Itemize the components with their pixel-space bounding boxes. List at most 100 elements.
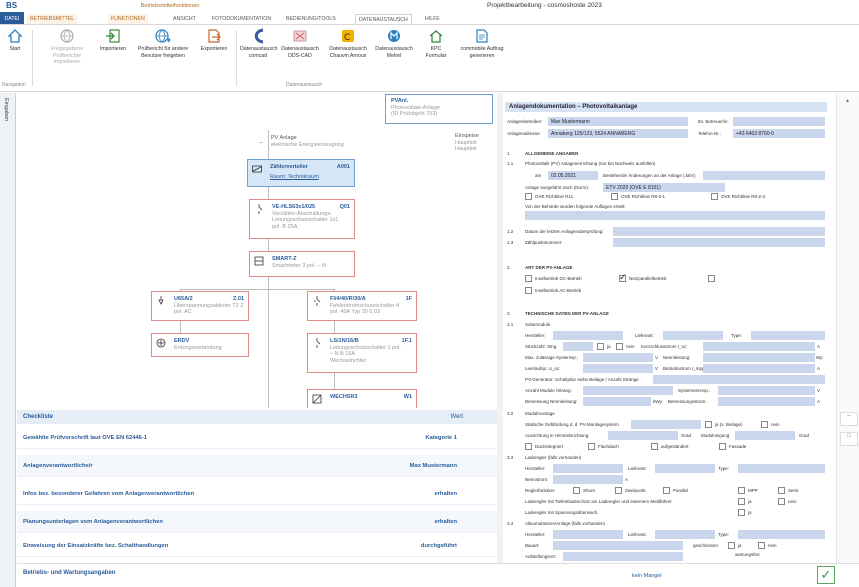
eingaben-side-tab[interactable]: Eingaben <box>0 93 16 587</box>
betreuer-field[interactable] <box>733 117 825 126</box>
tab-fotodokumentation[interactable]: FOTODOKUMENTATION <box>209 14 274 24</box>
telefon-field[interactable]: +43 6463 8760-0 <box>733 129 825 138</box>
ove-r9-2-1-checkbox[interactable] <box>611 193 618 200</box>
tab-datenaustausch[interactable]: DATENAUSTAUSCH <box>355 14 412 24</box>
letzte-pruefung-field[interactable] <box>613 227 825 236</box>
smart-z-node[interactable]: SMART-Z Smartmeter 3 pol. – N <box>249 251 355 277</box>
importieren-button[interactable]: Importieren <box>94 28 132 53</box>
stueckzahl-field[interactable] <box>563 342 593 351</box>
einspeise-node[interactable]: Einspeise Hauptleit Hauptleit <box>453 131 497 157</box>
fi-schutzschalter-node[interactable]: FI/4/40/R/30/A Fehlerstromschutzschalter… <box>307 291 417 321</box>
statik-nein-checkbox[interactable] <box>761 421 768 428</box>
pv-anlage-root-node[interactable]: PVAnl. Photovoltaik-Anlage (ID Prüfobjek… <box>385 94 493 124</box>
datenaustausch-chauvin-button[interactable]: C Datenaustausch Chauvin Arnoux <box>326 28 370 59</box>
scroll-up-icon[interactable]: ▴ <box>846 97 849 104</box>
checklist-row[interactable]: Gewählte Prüfvorschrift laut OVE EN 6244… <box>17 427 497 449</box>
datenaustausch-comcad-button[interactable]: Datenaustausch comcad <box>240 28 278 59</box>
confirm-ok-button[interactable]: ✓ <box>817 566 835 584</box>
aufgestaendert-checkbox[interactable] <box>651 443 658 450</box>
checklist-row[interactable]: Planungsunterlagen vom Anlagenverantwort… <box>17 511 497 533</box>
max-systemspannung-field[interactable] <box>583 353 653 362</box>
modulneigung-field[interactable] <box>735 431 795 440</box>
bemessungsstrom-field[interactable] <box>718 397 815 406</box>
anlagenadresse-field[interactable]: Annaberg 125/123, 5524 ANNABERG <box>548 129 688 138</box>
akku-hersteller-field[interactable] <box>553 530 623 539</box>
tab-bedienung-tools[interactable]: BEDIENUNG/TOOLS <box>283 14 339 24</box>
datenaustausch-dds-cad-button[interactable]: Datenaustausch DDS-CAD <box>280 28 320 59</box>
stueckzahl-ja-checkbox[interactable] <box>597 343 604 350</box>
anzahl-straenge-field[interactable] <box>653 375 825 384</box>
errichtungsdatum-field[interactable]: 02.05.2021 <box>548 171 598 180</box>
akku-lieferant-field[interactable] <box>655 530 715 539</box>
tiefentladeschutz-ja-checkbox[interactable] <box>738 498 745 505</box>
wechselrichter-node[interactable]: WECHSR3 W1 <box>307 389 417 408</box>
insel-dc-checkbox[interactable] <box>525 275 532 282</box>
document-scrollbar[interactable]: ▴ ▾ <box>836 93 859 587</box>
nennleistung-field[interactable] <box>703 353 815 362</box>
akku-bauart-field[interactable] <box>553 541 683 550</box>
freigegebene-pruefberichte-button[interactable]: Freigegebene Prüfberichte importieren <box>44 28 90 66</box>
pv-anlage-node[interactable]: – PV Anlage elektrische Energieerzeugung <box>249 133 369 155</box>
fassade-checkbox[interactable] <box>719 443 726 450</box>
ausrichtung-field[interactable] <box>608 431 678 440</box>
laderegler-lieferant-field[interactable] <box>655 464 715 473</box>
netzparallel-checkbox[interactable]: ✓ <box>619 272 627 282</box>
checklist-row[interactable]: Infos bez. besonderer Gefahren vom Anlag… <box>17 483 497 505</box>
systemnennspannung-field[interactable] <box>718 386 815 395</box>
betriebsstrom-field[interactable] <box>703 364 815 373</box>
laderegler-nennstrom-field[interactable] <box>553 475 623 484</box>
tab-hilfe[interactable]: HILFE <box>422 14 443 24</box>
leerlaufspannung-field[interactable] <box>583 364 653 373</box>
aufstellungsort-field[interactable] <box>563 552 683 561</box>
flachdach-checkbox[interactable] <box>588 443 595 450</box>
module-pro-strang-field[interactable] <box>583 386 673 395</box>
tab-ansicht[interactable]: ANSICHT <box>170 14 199 24</box>
serie-checkbox[interactable] <box>778 487 785 494</box>
tab-funktionen[interactable]: FUNKTIONEN <box>108 14 148 24</box>
ove-r11-checkbox[interactable] <box>525 193 532 200</box>
norm-field[interactable]: ETV 2020 (OVE E 8101) <box>603 183 725 192</box>
u65a-node[interactable]: U65A/2 Überspannungsableiter T2 2 pol. A… <box>151 291 249 321</box>
zaehlerverteiler-node[interactable]: Zählerverteiler Raum: Technikraum A001 <box>247 159 355 187</box>
akku-type-field[interactable] <box>738 530 825 539</box>
laderegler-type-field[interactable] <box>738 464 825 473</box>
dachintegriert-checkbox[interactable] <box>525 443 532 450</box>
restore-panel-button[interactable]: □ <box>840 432 858 446</box>
start-button[interactable]: Start <box>4 28 26 53</box>
checklist-row[interactable]: Einweisung der Einsatzkräfte bez. Schalt… <box>17 535 497 557</box>
tab-betriebsmittel[interactable]: BETRIEBSMITTEL <box>27 14 78 24</box>
datenaustausch-metrel-button[interactable]: Datenaustausch Metrel <box>372 28 416 59</box>
shunt-checkbox[interactable] <box>573 487 580 494</box>
ls-schutzschalter-node[interactable]: LS/1N/16/B Leitungsschutzschalter 1 pol.… <box>307 333 417 373</box>
weitere-art-checkbox[interactable] <box>708 275 715 282</box>
insel-ac-checkbox[interactable] <box>525 287 532 294</box>
anlagenbetreiber-field[interactable]: Max Mustermann <box>548 117 688 126</box>
ve-hls-node[interactable]: VE-HLS63x1/025 Vorzähler-Abschaltungs- L… <box>249 199 355 239</box>
checklist-row[interactable]: Anlagenverantwortliche/r Max Mustermann <box>17 455 497 477</box>
pruefbericht-freigeben-button[interactable]: Prüfbericht für andere Benutzer freigebe… <box>134 28 192 59</box>
modul-hersteller-field[interactable] <box>553 331 623 340</box>
geschlossen-nein-checkbox[interactable] <box>758 542 765 549</box>
modul-type-field[interactable] <box>751 331 825 340</box>
collapse-panel-button[interactable]: – <box>840 412 858 426</box>
mpp-checkbox[interactable] <box>738 487 745 494</box>
zaehlpunkt-field[interactable] <box>613 238 825 247</box>
spannungsueberwachung-ja-checkbox[interactable] <box>738 509 745 516</box>
checklist-footer-row[interactable]: Betriebs- und Wartungsangaben kein Mange… <box>17 563 859 587</box>
commobile-auftrag-button[interactable]: commobile Auftrag generieren <box>454 28 510 59</box>
laderegler-hersteller-field[interactable] <box>553 464 623 473</box>
bemessung-nennleistung-field[interactable] <box>583 397 651 406</box>
erdv-node[interactable]: ERDV Erdungsverbindung <box>151 333 249 357</box>
auflagen-field[interactable] <box>525 211 825 220</box>
geschlossen-ja-checkbox[interactable] <box>728 542 735 549</box>
ove-r9-2-2-checkbox[interactable] <box>711 193 718 200</box>
zweipunkt-checkbox[interactable] <box>615 487 622 494</box>
exportieren-button[interactable]: Exportieren <box>194 28 234 53</box>
statik-ja-checkbox[interactable] <box>705 421 712 428</box>
stueckzahl-nein-checkbox[interactable] <box>616 343 623 350</box>
kpc-formular-button[interactable]: KPC Formular <box>420 28 452 59</box>
modul-lieferant-field[interactable] <box>663 331 723 340</box>
statische-gefaehrdung-field[interactable] <box>631 420 701 429</box>
tiefentladeschutz-nein-checkbox[interactable] <box>778 498 785 505</box>
parallel-checkbox[interactable] <box>663 487 670 494</box>
